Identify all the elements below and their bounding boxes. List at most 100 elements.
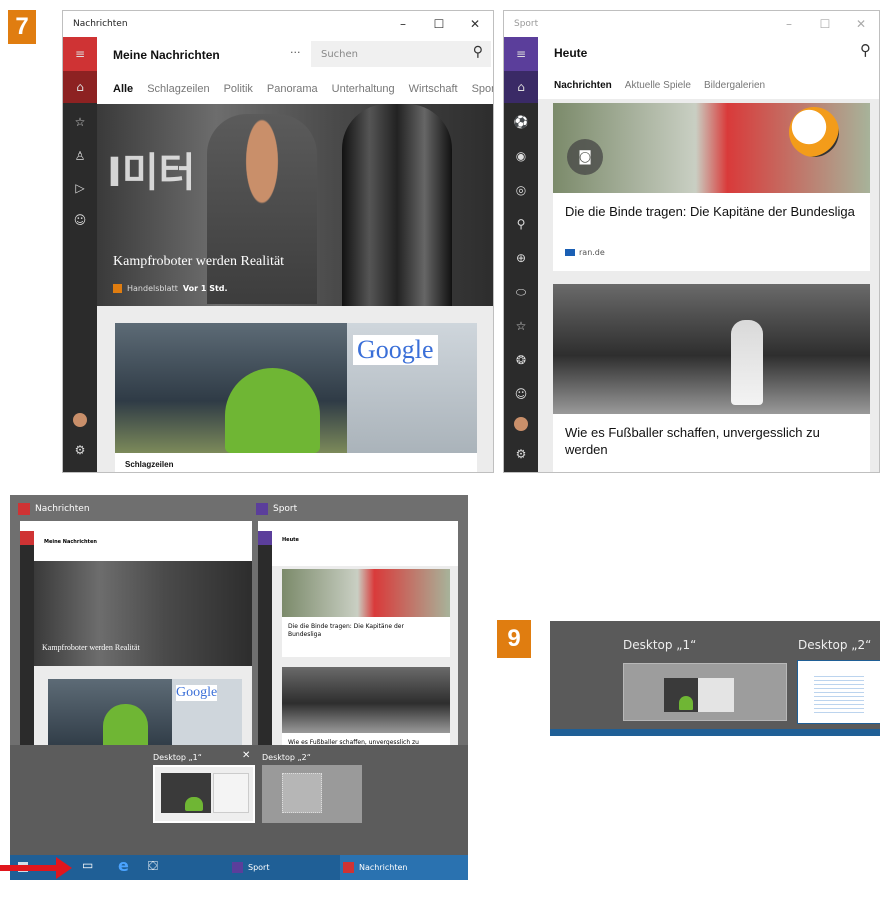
mini-title: Meine Nachrichten — [44, 539, 97, 545]
player-figure — [731, 320, 763, 405]
local-icon[interactable]: ♙ — [63, 141, 97, 171]
avatar[interactable] — [63, 405, 97, 435]
virtual-desktop-switcher: Desktop „1“ Desktop „2“ — [550, 621, 880, 736]
tab-panorama[interactable]: Panorama — [267, 83, 318, 95]
more-icon[interactable]: ··· — [290, 46, 301, 59]
task-view-news-thumbnail[interactable]: Meine Nachrichten Kampfroboter werden Re… — [20, 521, 252, 765]
mini-rail-top — [20, 531, 34, 545]
tab-schlagzeilen[interactable]: Schlagzeilen — [147, 83, 209, 95]
taskbar: ▭ e ⛋ Sport Nachrichten — [10, 855, 468, 880]
taskbar-sport[interactable]: Sport — [232, 855, 269, 880]
hero-time: Vor 1 Std. — [182, 284, 228, 293]
minimize-button[interactable]: – — [771, 11, 807, 37]
section-label: Schlagzeilen — [125, 460, 174, 469]
article1-title: Die die Binde tragen: Die Kapitäne der B… — [565, 204, 855, 219]
task-view-sport-thumbnail[interactable]: Heute Die die Binde tragen: Die Kapitäne… — [258, 521, 458, 765]
article2-photo — [553, 284, 870, 414]
tab-aktuelle-spiele[interactable]: Aktuelle Spiele — [625, 80, 691, 91]
mini-title: Heute — [282, 537, 299, 543]
search-box[interactable]: Suchen ⚲ — [311, 41, 491, 67]
hockey-icon[interactable]: ❂ — [504, 345, 538, 375]
tab-wirtschaft[interactable]: Wirtschaft — [409, 83, 458, 95]
maximize-button[interactable]: ☐ — [807, 11, 843, 37]
android-photo — [115, 323, 347, 453]
store-icon[interactable]: ⛋ — [148, 859, 158, 874]
tab-bildergalerien[interactable]: Bildergalerien — [704, 80, 765, 91]
android-figure — [225, 368, 320, 453]
android-article[interactable]: Google Schlagzeilen — [115, 323, 477, 472]
step-9-badge: 9 — [497, 620, 531, 658]
mini-android — [48, 679, 172, 749]
favorites-icon[interactable]: ☆ — [504, 311, 538, 341]
article1-photo: ◙ — [553, 103, 870, 193]
sport-app-icon — [256, 503, 268, 515]
task-view-icon[interactable]: ▭ — [82, 858, 93, 872]
location-icon[interactable]: ⚲ — [504, 209, 538, 239]
rugby-icon[interactable]: ⬭ — [504, 277, 538, 307]
task-view-sport-label[interactable]: Sport — [256, 503, 297, 515]
article-card-1[interactable]: ◙ Die die Binde tragen: Die Kapitäne der… — [553, 103, 870, 271]
camera-icon: ◙ — [567, 139, 603, 175]
interests-icon[interactable]: ☆ — [63, 107, 97, 137]
google-photo: Google — [347, 323, 477, 453]
person-figure — [207, 114, 317, 304]
maximize-button[interactable]: ☐ — [421, 11, 457, 37]
news-app-icon — [18, 503, 30, 515]
ball-icon[interactable]: ◎ — [504, 175, 538, 205]
hero-article[interactable]: I미터 Kampfroboter werden Realität Handels… — [97, 104, 493, 306]
settings-icon[interactable]: ⚙ — [504, 439, 538, 469]
hamburger-icon[interactable]: ≡ — [504, 37, 538, 71]
tab-nachrichten[interactable]: Nachrichten — [554, 80, 612, 91]
article-card-2[interactable]: Wie es Fußballer schaffen, unvergesslich… — [553, 284, 870, 472]
task-view-news-label[interactable]: Nachrichten — [18, 503, 90, 515]
desktop1-close-button[interactable]: ✕ — [242, 750, 250, 761]
video-icon[interactable]: ▷ — [63, 173, 97, 203]
sport-window: Sport – ☐ ✕ ≡ ⌂ ⚽ ◉ ◎ ⚲ ⊕ ⬭ ☆ ❂ ☺ ⚙ Heut… — [503, 10, 880, 473]
feedback-icon[interactable]: ☺ — [504, 379, 538, 409]
home-icon[interactable]: ⌂ — [63, 71, 97, 103]
news-app-icon — [343, 862, 354, 873]
search-placeholder: Suchen — [321, 48, 359, 60]
tab-politik[interactable]: Politik — [224, 83, 253, 95]
pointer-arrow-head-icon — [56, 857, 72, 879]
sport-app-icon — [232, 862, 243, 873]
desktop1-thumbnail[interactable] — [153, 765, 255, 823]
close-button[interactable]: ✕ — [843, 11, 879, 37]
home-icon[interactable]: ⌂ — [504, 71, 538, 103]
tab-alle[interactable]: Alle — [113, 83, 133, 95]
avatar[interactable] — [504, 409, 538, 439]
vd-desktop1-thumbnail[interactable] — [623, 663, 787, 721]
pointer-arrow-icon — [0, 865, 58, 871]
step-7-badge: 7 — [8, 10, 36, 44]
tab-sport[interactable]: Sport — [472, 83, 493, 95]
taskbar-news[interactable]: Nachrichten — [340, 855, 468, 880]
google-sign: Google — [353, 335, 438, 365]
desktop2-label: Desktop „2“ — [262, 753, 311, 762]
mini-rail — [20, 531, 34, 765]
desktop2-thumbnail[interactable] — [262, 765, 362, 823]
sport-window-title: Sport — [514, 19, 539, 29]
tab-unterhaltung[interactable]: Unterhaltung — [332, 83, 395, 95]
article1-meta: ran.de — [565, 248, 605, 257]
vd-bottom-bar — [550, 729, 880, 736]
minimize-button[interactable]: – — [385, 11, 421, 37]
news-nav-rail: ≡ ⌂ ☆ ♙ ▷ ☺ ⚙ — [63, 37, 97, 472]
search-icon[interactable]: ⚲ — [860, 41, 871, 59]
task-view: Nachrichten Sport Meine Nachrichten Kamp… — [10, 495, 468, 880]
close-button[interactable]: ✕ — [457, 11, 493, 37]
football-icon[interactable]: ⚽ — [504, 107, 538, 137]
mini-rail-top — [258, 531, 272, 545]
search-icon[interactable]: ⚲ — [473, 44, 483, 60]
mini-article1: Die die Binde tragen: Die Kapitäne der B… — [282, 569, 450, 657]
basketball-icon[interactable]: ◉ — [504, 141, 538, 171]
vd-desktop2-thumbnail[interactable] — [797, 660, 880, 724]
edge-icon[interactable]: e — [118, 856, 129, 875]
feedback-icon[interactable]: ☺ — [63, 205, 97, 235]
source-logo-icon — [113, 284, 122, 293]
article1-source: ran.de — [579, 248, 605, 257]
mini-google: Google — [172, 679, 242, 749]
settings-icon[interactable]: ⚙ — [63, 435, 97, 465]
globe-icon[interactable]: ⊕ — [504, 243, 538, 273]
mini-hero: Kampfroboter werden Realität — [34, 561, 252, 666]
hamburger-icon[interactable]: ≡ — [63, 37, 97, 71]
